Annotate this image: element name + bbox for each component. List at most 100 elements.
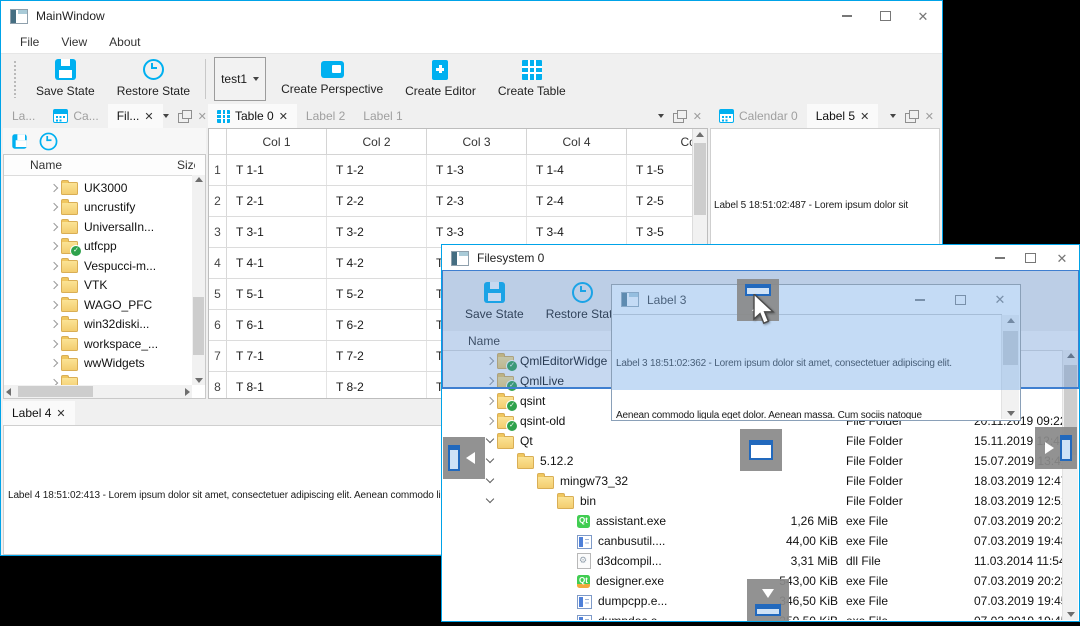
scroll-right-icon[interactable] xyxy=(185,387,190,396)
maximize-button[interactable] xyxy=(1015,245,1045,271)
scrollbar-thumb[interactable] xyxy=(193,297,204,355)
scroll-left-icon[interactable] xyxy=(6,387,11,396)
expander-icon[interactable] xyxy=(49,338,61,350)
column-header-size[interactable]: Size xyxy=(177,158,195,172)
table-cell[interactable]: T 5-2 xyxy=(327,279,427,309)
dock-right-indicator[interactable] xyxy=(1035,427,1077,469)
tree-item[interactable]: UniversalIn... xyxy=(4,217,205,237)
tab-calendar-collapsed[interactable]: Ca... xyxy=(44,104,107,128)
expander-icon[interactable] xyxy=(485,395,497,407)
undock-icon[interactable] xyxy=(904,109,919,123)
tree-item[interactable]: UK3000 xyxy=(4,178,205,198)
expander-icon[interactable] xyxy=(49,357,61,369)
close-button[interactable]: ✕ xyxy=(1045,245,1079,271)
table-cell[interactable]: T 6-2 xyxy=(327,310,427,340)
table-cell[interactable]: T 3-2 xyxy=(327,217,427,247)
column-header[interactable]: Col 1 xyxy=(227,129,327,154)
dock-bottom-indicator[interactable] xyxy=(747,579,789,621)
expander-icon[interactable] xyxy=(49,240,61,252)
expander-icon[interactable] xyxy=(485,455,517,467)
tab-calendar-0[interactable]: Calendar 0 xyxy=(710,104,807,128)
expander-icon[interactable] xyxy=(485,615,577,620)
panel-close-icon[interactable]: ✕ xyxy=(198,110,207,123)
scrollbar-thumb[interactable] xyxy=(694,143,706,215)
expander-icon[interactable] xyxy=(485,435,497,447)
file-row[interactable]: canbusutil.... 44,00 KiB exe File 07.03.… xyxy=(443,531,1078,551)
perspective-combobox[interactable]: test1 xyxy=(214,56,267,101)
table-cell[interactable]: T 3-3 xyxy=(427,217,527,247)
table-cell[interactable]: T 1-1 xyxy=(227,155,327,185)
expander-icon[interactable] xyxy=(49,299,61,311)
table-cell[interactable]: T 8-2 xyxy=(327,372,427,398)
create-table-button[interactable]: Create Table xyxy=(487,54,577,103)
tree-item[interactable]: Vespucci-m... xyxy=(4,256,205,276)
column-header[interactable]: Col 4 xyxy=(527,129,627,154)
tab-label-collapsed[interactable]: La... xyxy=(3,104,44,128)
column-header-name[interactable]: Name xyxy=(4,158,62,172)
filesystem-vertical-scrollbar[interactable] xyxy=(1062,350,1078,620)
table-cell[interactable]: T 2-4 xyxy=(527,186,627,216)
restore-state-button[interactable]: Restore State xyxy=(106,54,201,103)
scroll-down-icon[interactable] xyxy=(1066,612,1075,617)
undock-icon[interactable] xyxy=(177,109,192,123)
table-cell[interactable]: T 1-2 xyxy=(327,155,427,185)
tab-label-4[interactable]: Label 4 ✕ xyxy=(3,401,75,425)
menu-file[interactable]: File xyxy=(9,35,50,49)
tree-item[interactable]: WAGO_PFC xyxy=(4,295,205,315)
table-cell[interactable]: T 4-1 xyxy=(227,248,327,278)
expander-icon[interactable] xyxy=(485,495,557,507)
tab-label-5[interactable]: Label 5 ✕ xyxy=(806,104,879,128)
expander-icon[interactable] xyxy=(49,201,61,213)
expander-icon[interactable] xyxy=(485,515,577,527)
scroll-up-icon[interactable] xyxy=(696,132,704,137)
table-cell[interactable]: T 7-2 xyxy=(327,341,427,371)
expander-icon[interactable] xyxy=(49,182,61,194)
expander-icon[interactable] xyxy=(485,575,577,587)
tree-item[interactable]: win32diski... xyxy=(4,315,205,335)
file-row[interactable]: mingw73_32 File Folder 18.03.2019 12:47 xyxy=(443,471,1078,491)
create-editor-button[interactable]: Create Editor xyxy=(394,54,487,103)
tree-vertical-scrollbar[interactable] xyxy=(192,175,205,385)
scroll-down-icon[interactable] xyxy=(194,378,203,383)
table-cell[interactable]: T 8-1 xyxy=(227,372,327,398)
tree-item[interactable]: wwWidgets xyxy=(4,354,205,374)
tree-item[interactable]: VTK xyxy=(4,276,205,296)
tab-label-2[interactable]: Label 2 xyxy=(297,104,354,128)
restore-icon[interactable] xyxy=(39,132,58,150)
dock-left-indicator[interactable] xyxy=(443,437,485,479)
scroll-down-icon[interactable] xyxy=(1006,411,1015,416)
table-cell[interactable]: T 5-1 xyxy=(227,279,327,309)
expander-icon[interactable] xyxy=(485,535,577,547)
menu-view[interactable]: View xyxy=(50,35,98,49)
tree-item[interactable]: uncrustify xyxy=(4,198,205,218)
dock-center-indicator[interactable] xyxy=(740,429,782,471)
tab-filesystem[interactable]: Fil... ✕ xyxy=(107,104,163,128)
table-row[interactable]: 2 T 2-1 T 2-2 T 2-3 T 2-4 T 2-5 xyxy=(209,186,707,217)
filesystem-title-bar[interactable]: Filesystem 0 ✕ xyxy=(442,245,1079,271)
scrollbar-thumb[interactable] xyxy=(18,386,93,397)
close-button[interactable]: ✕ xyxy=(904,1,942,31)
scroll-up-icon[interactable] xyxy=(194,177,203,182)
column-header[interactable]: Col 2 xyxy=(327,129,427,154)
expander-icon[interactable] xyxy=(49,221,61,233)
tab-label-1[interactable]: Label 1 xyxy=(354,104,411,128)
table-cell[interactable]: T 2-2 xyxy=(327,186,427,216)
file-row[interactable]: d3dcompil... 3,31 MiB dll File 11.03.201… xyxy=(443,551,1078,571)
expander-icon[interactable] xyxy=(49,279,61,291)
minimize-button[interactable] xyxy=(985,245,1015,271)
panel-close-icon[interactable]: ✕ xyxy=(693,110,702,123)
column-header[interactable]: Col 3 xyxy=(427,129,527,154)
panel-close-icon[interactable]: ✕ xyxy=(925,110,934,123)
table-cell[interactable]: T 3-1 xyxy=(227,217,327,247)
tree-item[interactable]: utfcpp xyxy=(4,237,205,257)
tab-menu-icon[interactable] xyxy=(889,114,896,118)
table-cell[interactable]: T 7-1 xyxy=(227,341,327,371)
table-cell[interactable]: T 3-4 xyxy=(527,217,627,247)
menu-about[interactable]: About xyxy=(98,35,151,49)
toolbar-grip[interactable] xyxy=(13,59,17,98)
save-state-button[interactable]: Save State xyxy=(25,54,106,103)
expander-icon[interactable] xyxy=(485,595,577,607)
table-cell[interactable]: T 1-3 xyxy=(427,155,527,185)
tab-menu-icon[interactable] xyxy=(162,114,169,118)
tree-horizontal-scrollbar[interactable] xyxy=(4,385,192,398)
